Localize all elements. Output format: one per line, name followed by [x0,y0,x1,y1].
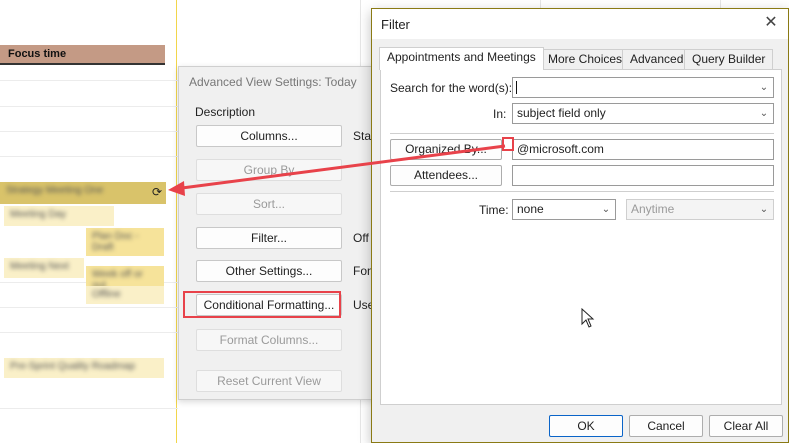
tab-appointments-and-meetings[interactable]: Appointments and Meetings [379,47,544,70]
arrow-line [181,144,506,190]
arrow-head [168,181,185,196]
